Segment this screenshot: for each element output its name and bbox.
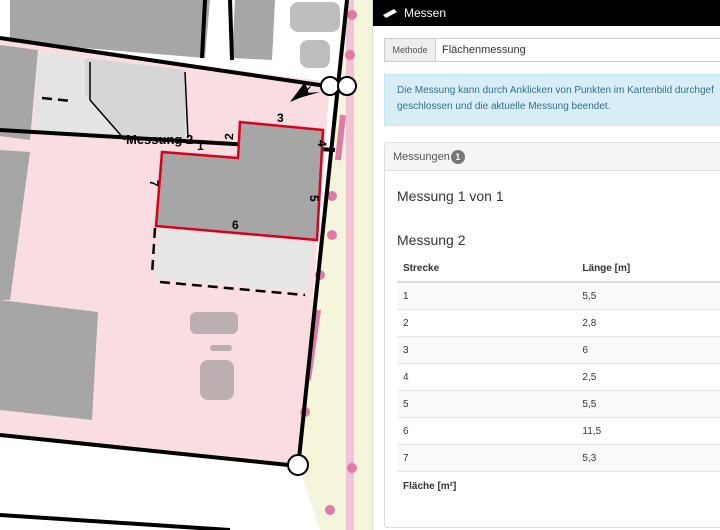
- column-header: Strecke: [397, 256, 571, 283]
- strecke-cell: 5: [397, 390, 571, 418]
- measurement-label: Messung 2: [126, 132, 193, 147]
- measurements-card: Messungen 1 Messung 1 von 1 Messung 2 St…: [384, 142, 720, 528]
- column-header: Länge [m]: [570, 256, 720, 283]
- info-line: geschlossen und die aktuelle Messung bee…: [397, 101, 611, 112]
- measurement-table: Strecke Länge [m] 1 5,5 2 2,8 3 6 4 2,5 …: [397, 256, 720, 500]
- measurements-label: Messungen: [393, 150, 450, 163]
- info-box: Die Messung kann durch Anklicken von Pun…: [384, 74, 720, 126]
- strecke-cell: 3: [397, 336, 571, 364]
- laenge-cell: 2,5: [570, 363, 720, 391]
- area-label: Fläche [m²]: [397, 471, 571, 500]
- laenge-cell: 6: [570, 336, 720, 364]
- area-value: [570, 471, 720, 500]
- table-row: 5 5,5: [397, 390, 720, 418]
- laenge-cell: 5,5: [570, 390, 720, 418]
- area-row: Fläche [m²]: [397, 471, 720, 500]
- table-row: 1 5,5: [397, 281, 720, 310]
- laenge-cell: 5,3: [570, 444, 720, 472]
- vertex-handle[interactable]: [337, 76, 357, 96]
- table-row: 4 2,5: [397, 363, 720, 391]
- panel-title: Messen: [404, 6, 447, 20]
- methode-select[interactable]: Flächenmessung: [436, 38, 720, 62]
- table-row: 2 2,8: [397, 309, 720, 337]
- panel-header: Messen: [373, 0, 720, 26]
- edge-label: 6: [232, 218, 239, 232]
- edge-label: 7: [147, 180, 161, 187]
- edge-label: 3: [277, 111, 284, 125]
- methode-label: Methode: [384, 38, 436, 62]
- strecke-cell: 6: [397, 417, 571, 445]
- edge-label: 5: [307, 195, 321, 202]
- strecke-cell: 2: [397, 309, 571, 337]
- laenge-cell: 11,5: [570, 417, 720, 445]
- vertex-handle[interactable]: [320, 76, 340, 96]
- strecke-cell: 7: [397, 444, 571, 472]
- strecke-cell: 4: [397, 363, 571, 391]
- table-row: 7 5,3: [397, 444, 720, 472]
- measurement-title: Messung 2: [397, 232, 466, 248]
- measurements-count-badge: 1: [450, 149, 465, 164]
- edge-label: 2: [222, 133, 236, 140]
- info-line: Die Messung kann durch Anklicken von Pun…: [397, 85, 714, 96]
- measurements-header[interactable]: Messungen 1: [385, 143, 720, 171]
- laenge-cell: 5,5: [570, 281, 720, 310]
- building: [0, 300, 98, 420]
- edge-label: 4: [315, 140, 329, 147]
- methode-row: Methode Flächenmessung: [384, 38, 720, 62]
- vertex-handle[interactable]: [287, 454, 309, 476]
- strecke-cell: 1: [397, 281, 571, 310]
- table-row: 3 6: [397, 336, 720, 364]
- measure-panel: Messen Methode Flächenmessung Die Messun…: [372, 0, 720, 530]
- building: [232, 0, 275, 60]
- edge-label: 1: [197, 139, 204, 153]
- table-row: 6 11,5: [397, 417, 720, 445]
- laenge-cell: 2,8: [570, 309, 720, 337]
- measurement-counter: Messung 1 von 1: [397, 188, 504, 204]
- ruler-icon: [383, 9, 397, 18]
